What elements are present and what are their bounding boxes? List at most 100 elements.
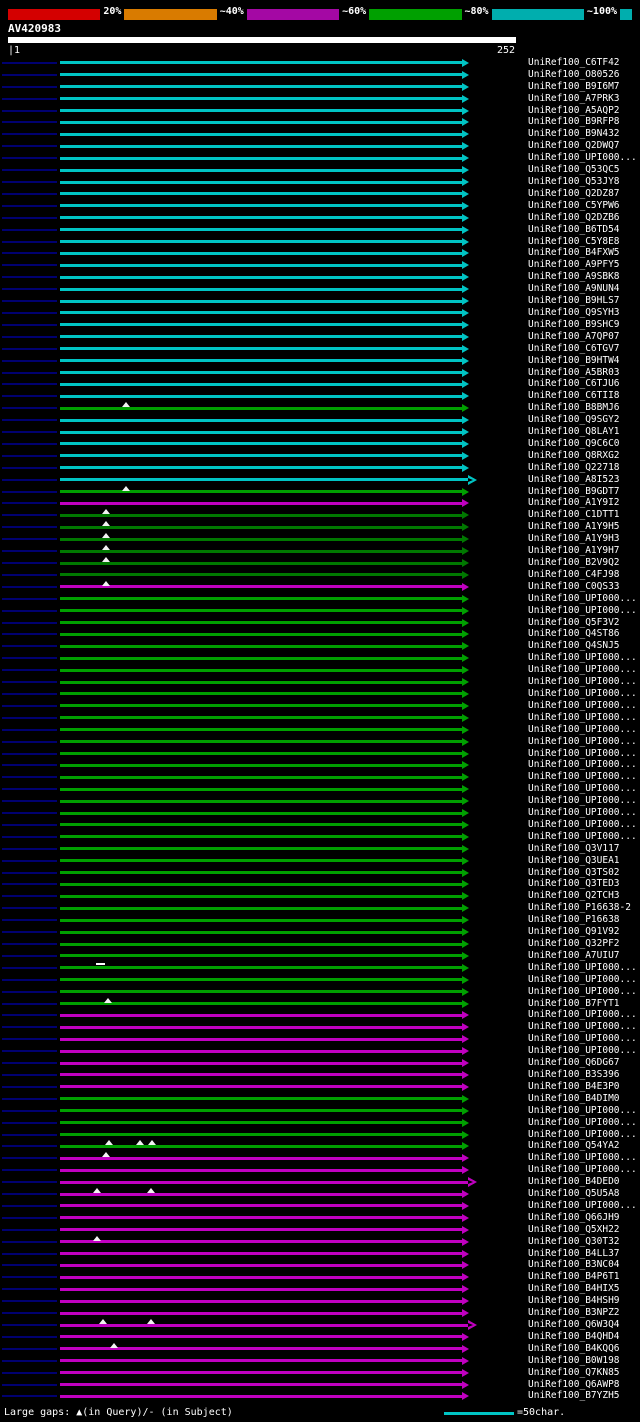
hit-label[interactable]: UniRef100_B3NPZ2	[528, 1308, 620, 1318]
hit-label[interactable]: UniRef100_A8I523	[528, 474, 620, 485]
hit-bar[interactable]	[60, 73, 462, 77]
hit-bar[interactable]	[60, 156, 462, 160]
hit-label[interactable]: UniRef100_A1Y9H3	[528, 534, 620, 544]
hit-label[interactable]: UniRef100_Q6DG67	[528, 1058, 620, 1068]
hit-bar[interactable]	[60, 192, 462, 196]
hit-label[interactable]: UniRef100_B4P6T1	[528, 1272, 620, 1282]
hit-bar[interactable]	[60, 716, 462, 720]
hit-bar[interactable]	[60, 97, 462, 101]
hit-label[interactable]: UniRef100_B7FYT1	[528, 998, 620, 1009]
hit-bar[interactable]	[60, 287, 462, 291]
hit-bar[interactable]	[60, 1323, 468, 1327]
hit-bar[interactable]	[60, 478, 468, 482]
hit-bar[interactable]	[60, 1311, 462, 1315]
hit-label[interactable]: UniRef100_Q54YA2	[528, 1141, 620, 1151]
hit-bar[interactable]	[60, 1359, 462, 1363]
hit-bar[interactable]	[60, 847, 462, 851]
hit-bar[interactable]	[60, 466, 462, 470]
hit-label[interactable]: UniRef100_UPI000...	[528, 724, 637, 735]
hit-label[interactable]: UniRef100_Q32PF2	[528, 939, 620, 949]
hit-bar[interactable]	[60, 1037, 462, 1041]
hit-label[interactable]: UniRef100_B4FXW5	[528, 248, 620, 258]
hit-label[interactable]: UniRef100_UPI000...	[528, 1117, 637, 1128]
hit-label[interactable]: UniRef100_UPI000...	[528, 796, 637, 806]
hit-label[interactable]: UniRef100_UPI000...	[528, 760, 637, 770]
hit-label[interactable]: UniRef100_Q6AWP8	[528, 1379, 620, 1390]
hit-label[interactable]: UniRef100_C4FJ98	[528, 569, 620, 580]
hit-bar[interactable]	[60, 1228, 462, 1232]
hit-label[interactable]: UniRef100_Q7KN85	[528, 1367, 620, 1378]
hit-label[interactable]: UniRef100_Q8LAY1	[528, 427, 620, 437]
hit-label[interactable]: UniRef100_Q5F3V2	[528, 617, 620, 628]
hit-label[interactable]: UniRef100_Q3TED3	[528, 879, 620, 889]
hit-label[interactable]: UniRef100_Q9SYH3	[528, 307, 620, 318]
hit-label[interactable]: UniRef100_Q2TCH3	[528, 891, 620, 901]
hit-bar[interactable]	[60, 323, 462, 327]
hit-bar[interactable]	[60, 490, 462, 494]
hit-bar[interactable]	[60, 692, 462, 696]
hit-label[interactable]: UniRef100_B9N432	[528, 129, 620, 139]
hit-bar[interactable]	[60, 799, 462, 803]
hit-bar[interactable]	[60, 894, 462, 898]
hit-bar[interactable]	[60, 1168, 462, 1172]
hit-bar[interactable]	[60, 775, 462, 779]
hit-bar[interactable]	[60, 1073, 462, 1077]
hit-bar[interactable]	[60, 228, 462, 232]
hit-label[interactable]: UniRef100_C6TGV7	[528, 343, 620, 354]
hit-bar[interactable]	[60, 1394, 462, 1398]
hit-label[interactable]: UniRef100_A5AQP2	[528, 105, 620, 116]
hit-bar[interactable]	[60, 61, 462, 65]
hit-bar[interactable]	[60, 823, 462, 827]
hit-label[interactable]: UniRef100_UPI000...	[528, 1022, 637, 1032]
hit-label[interactable]: UniRef100_UPI000...	[528, 962, 637, 973]
hit-bar[interactable]	[60, 632, 462, 636]
hit-bar[interactable]	[60, 668, 462, 672]
hit-bar[interactable]	[60, 1240, 462, 1244]
hit-bar[interactable]	[60, 1109, 462, 1113]
hit-label[interactable]: UniRef100_B4DIM0	[528, 1093, 620, 1104]
hit-bar[interactable]	[60, 263, 462, 267]
hit-label[interactable]: UniRef100_P16638	[528, 915, 620, 925]
hit-bar[interactable]	[60, 180, 462, 184]
hit-label[interactable]: UniRef100_A1Y9H7	[528, 546, 620, 556]
hit-bar[interactable]	[60, 442, 462, 446]
hit-bar[interactable]	[60, 537, 462, 541]
hit-bar[interactable]	[60, 990, 462, 994]
hit-bar[interactable]	[60, 513, 462, 517]
hit-label[interactable]: UniRef100_UPI000...	[528, 784, 637, 794]
hit-bar[interactable]	[60, 525, 462, 529]
hit-bar[interactable]	[60, 859, 462, 863]
hit-label[interactable]: UniRef100_Q22718	[528, 462, 620, 473]
hit-bar[interactable]	[60, 168, 462, 172]
hit-bar[interactable]	[60, 882, 462, 886]
hit-bar[interactable]	[60, 656, 462, 660]
hit-label[interactable]: UniRef100_UPI000...	[528, 700, 637, 711]
hit-bar[interactable]	[60, 406, 462, 410]
hit-label[interactable]: UniRef100_UPI000...	[528, 1105, 637, 1116]
hit-bar[interactable]	[60, 311, 462, 315]
hit-bar[interactable]	[60, 871, 462, 875]
hit-bar[interactable]	[60, 549, 462, 553]
hit-bar[interactable]	[60, 752, 462, 756]
hit-bar[interactable]	[60, 644, 462, 648]
hit-label[interactable]: UniRef100_C5YPW6	[528, 200, 620, 211]
hit-label[interactable]: UniRef100_Q2DWQ7	[528, 141, 620, 151]
hit-label[interactable]: UniRef100_B4LL37	[528, 1248, 620, 1259]
hit-label[interactable]: UniRef100_Q4SNJ5	[528, 641, 620, 651]
hit-label[interactable]: UniRef100_C0QS33	[528, 581, 620, 592]
hit-bar[interactable]	[60, 1299, 462, 1303]
hit-bar[interactable]	[60, 835, 462, 839]
hit-bar[interactable]	[60, 1216, 462, 1220]
hit-label[interactable]: UniRef100_A1Y9I2	[528, 498, 620, 508]
hit-label[interactable]: UniRef100_B6TD54	[528, 224, 620, 235]
hit-label[interactable]: UniRef100_B4E3P0	[528, 1081, 620, 1092]
hit-bar[interactable]	[60, 1204, 462, 1208]
hit-label[interactable]: UniRef100_UPI000...	[528, 1046, 637, 1056]
hit-label[interactable]: UniRef100_Q66JH9	[528, 1212, 620, 1223]
hit-label[interactable]: UniRef100_UPI000...	[528, 736, 637, 747]
hit-bar[interactable]	[60, 954, 462, 958]
hit-label[interactable]: UniRef100_UPI000...	[528, 712, 637, 723]
hit-label[interactable]: UniRef100_Q6W3Q4	[528, 1320, 620, 1330]
hit-label[interactable]: UniRef100_B9HLS7	[528, 296, 620, 306]
hit-bar[interactable]	[60, 371, 462, 375]
